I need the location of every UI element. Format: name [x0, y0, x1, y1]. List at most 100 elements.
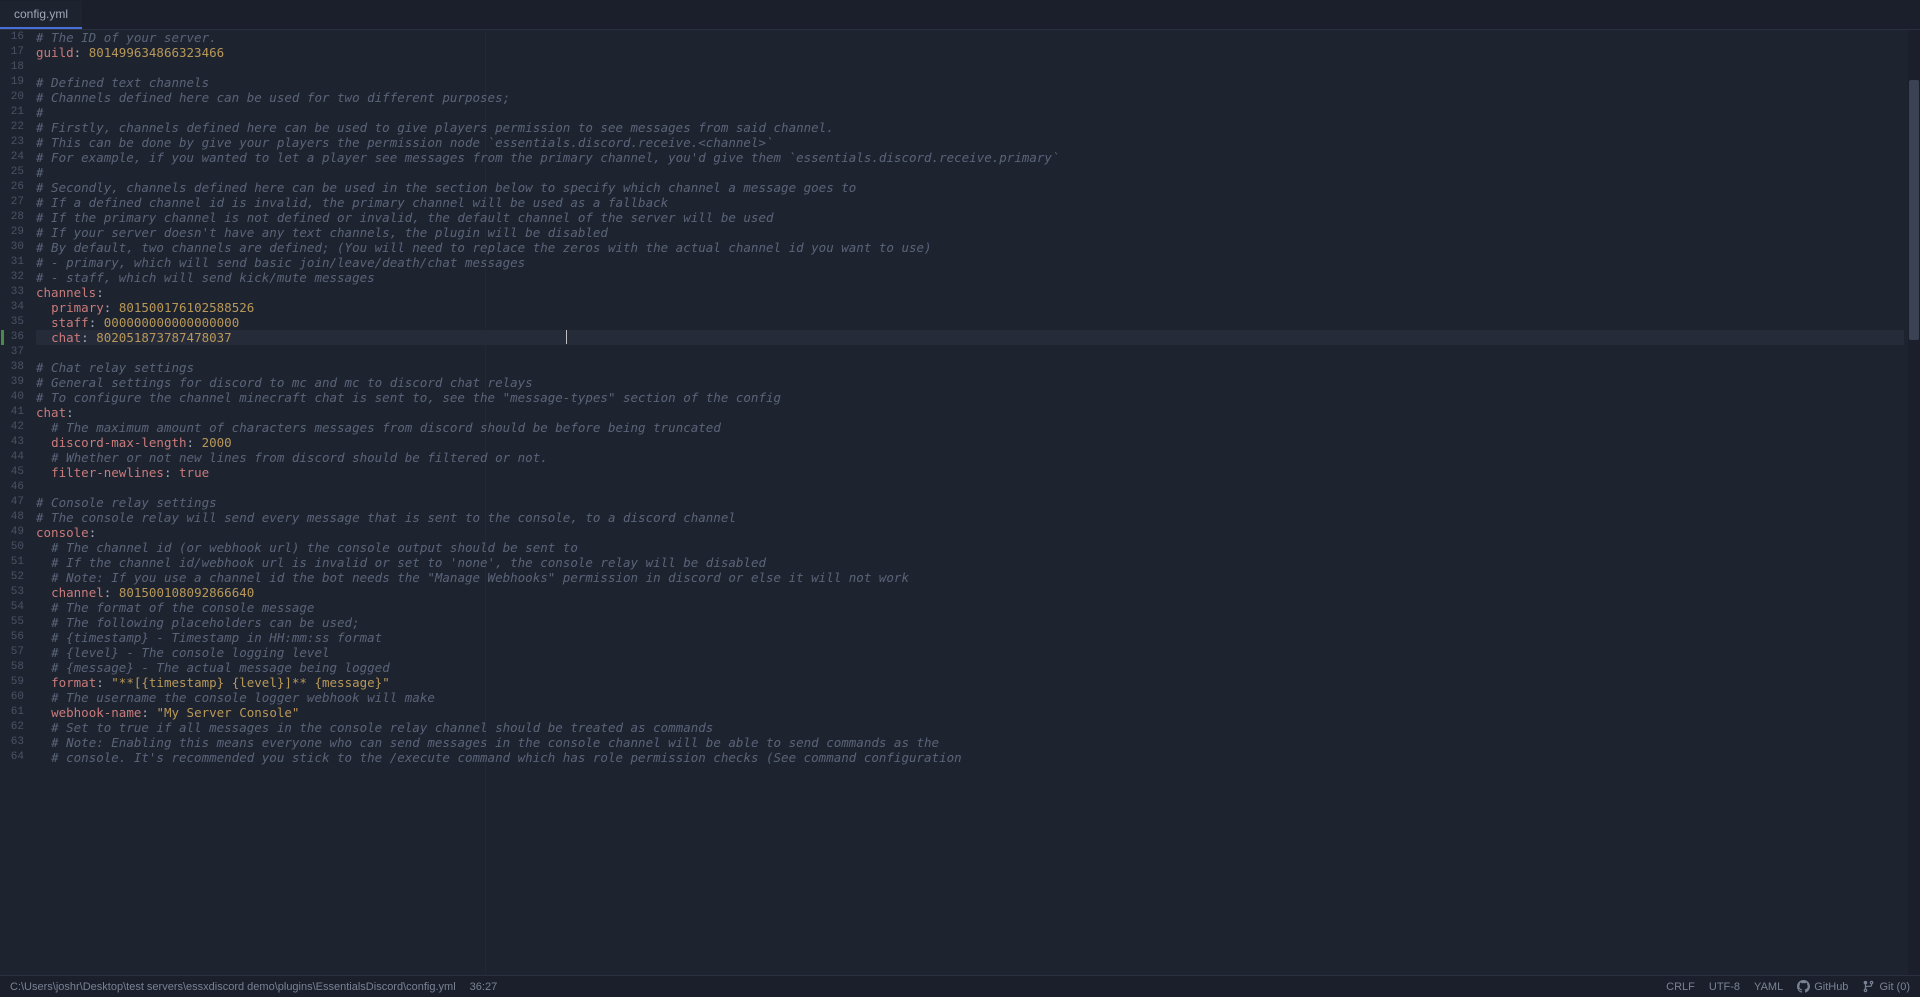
code-line[interactable]: # Whether or not new lines from discord … — [36, 450, 1904, 465]
status-github[interactable]: GitHub — [1797, 980, 1848, 993]
code-line[interactable]: # Set to true if all messages in the con… — [36, 720, 1904, 735]
code-line[interactable]: # The channel id (or webhook url) the co… — [36, 540, 1904, 555]
gutter-line-number: 52 — [0, 570, 24, 585]
code-line[interactable]: # console. It's recommended you stick to… — [36, 750, 1904, 765]
gutter-line-number: 25 — [0, 165, 24, 180]
code-line[interactable]: # By default, two channels are defined; … — [36, 240, 1904, 255]
code-line[interactable]: # The username the console logger webhoo… — [36, 690, 1904, 705]
code-line[interactable]: # {level} - The console logging level — [36, 645, 1904, 660]
gutter-line-number: 26 — [0, 180, 24, 195]
gutter-line-number: 24 — [0, 150, 24, 165]
code-line[interactable]: # For example, if you wanted to let a pl… — [36, 150, 1904, 165]
code-line[interactable]: # This can be done by give your players … — [36, 135, 1904, 150]
code-line[interactable]: chat: 802051873787478037 — [36, 330, 1904, 345]
gutter-line-number: 22 — [0, 120, 24, 135]
code-line[interactable]: # The following placeholders can be used… — [36, 615, 1904, 630]
tab-config-yml[interactable]: config.yml — [0, 1, 82, 29]
code-line[interactable]: # The maximum amount of characters messa… — [36, 420, 1904, 435]
gutter-line-number: 46 — [0, 480, 24, 495]
gutter-line-number: 55 — [0, 615, 24, 630]
code-line[interactable]: primary: 801500176102588526 — [36, 300, 1904, 315]
status-bar: C:\Users\joshr\Desktop\test servers\essx… — [0, 975, 1920, 997]
code-line[interactable]: # The console relay will send every mess… — [36, 510, 1904, 525]
code-line[interactable]: discord-max-length: 2000 — [36, 435, 1904, 450]
gutter-line-number: 41 — [0, 405, 24, 420]
vertical-scrollbar[interactable] — [1908, 30, 1920, 975]
code-line[interactable]: # {message} - The actual message being l… — [36, 660, 1904, 675]
code-line[interactable]: # Firstly, channels defined here can be … — [36, 120, 1904, 135]
gutter-line-number: 51 — [0, 555, 24, 570]
editor-area[interactable]: 1617181920212223242526272829303132333435… — [0, 30, 1920, 975]
code-line[interactable]: # — [36, 105, 1904, 120]
gutter-line-number: 53 — [0, 585, 24, 600]
gutter-line-number: 63 — [0, 735, 24, 750]
code-line[interactable]: # — [36, 165, 1904, 180]
gutter-line-number: 28 — [0, 210, 24, 225]
status-git[interactable]: Git (0) — [1862, 980, 1910, 993]
status-language[interactable]: YAML — [1754, 981, 1783, 993]
code-line[interactable]: staff: 000000000000000000 — [36, 315, 1904, 330]
code-line[interactable]: # The format of the console message — [36, 600, 1904, 615]
status-line-ending[interactable]: CRLF — [1666, 981, 1695, 993]
gutter-line-number: 23 — [0, 135, 24, 150]
code-line[interactable]: # Secondly, channels defined here can be… — [36, 180, 1904, 195]
code-line[interactable] — [36, 345, 1904, 360]
code-line[interactable]: # The ID of your server. — [36, 30, 1904, 45]
code-line[interactable]: guild: 801499634866323466 — [36, 45, 1904, 60]
code-line[interactable]: # If your server doesn't have any text c… — [36, 225, 1904, 240]
status-filepath[interactable]: C:\Users\joshr\Desktop\test servers\essx… — [10, 981, 456, 993]
gutter-line-number: 47 — [0, 495, 24, 510]
gutter-line-number: 58 — [0, 660, 24, 675]
code-line[interactable]: channel: 801500108092866640 — [36, 585, 1904, 600]
code-line[interactable]: # - staff, which will send kick/mute mes… — [36, 270, 1904, 285]
code-content[interactable]: # The ID of your server.guild: 801499634… — [36, 30, 1904, 975]
code-line[interactable]: # Chat relay settings — [36, 360, 1904, 375]
code-line[interactable]: # Note: If you use a channel id the bot … — [36, 570, 1904, 585]
code-line[interactable]: channels: — [36, 285, 1904, 300]
gutter-line-number: 16 — [0, 30, 24, 45]
status-cursor-position[interactable]: 36:27 — [470, 981, 498, 993]
gutter-line-number: 17 — [0, 45, 24, 60]
gutter-line-number: 38 — [0, 360, 24, 375]
gutter-line-number: 30 — [0, 240, 24, 255]
github-icon — [1797, 980, 1810, 993]
scrollbar-thumb[interactable] — [1909, 80, 1919, 340]
gutter-line-number: 19 — [0, 75, 24, 90]
gutter-line-number: 32 — [0, 270, 24, 285]
gutter-line-number: 57 — [0, 645, 24, 660]
code-line[interactable]: chat: — [36, 405, 1904, 420]
gutter-line-number: 43 — [0, 435, 24, 450]
gutter-line-number: 40 — [0, 390, 24, 405]
gutter-line-number: 49 — [0, 525, 24, 540]
code-line[interactable]: # To configure the channel minecraft cha… — [36, 390, 1904, 405]
gutter-line-number: 45 — [0, 465, 24, 480]
gutter-line-number: 37 — [0, 345, 24, 360]
code-line[interactable]: # If a defined channel id is invalid, th… — [36, 195, 1904, 210]
gutter-line-number: 35 — [0, 315, 24, 330]
gutter-line-number: 64 — [0, 750, 24, 765]
code-line[interactable]: # Channels defined here can be used for … — [36, 90, 1904, 105]
code-line[interactable]: # If the channel id/webhook url is inval… — [36, 555, 1904, 570]
code-line[interactable]: console: — [36, 525, 1904, 540]
gutter-line-number: 42 — [0, 420, 24, 435]
code-line[interactable]: filter-newlines: true — [36, 465, 1904, 480]
gutter-line-number: 27 — [0, 195, 24, 210]
gutter-line-number: 29 — [0, 225, 24, 240]
gutter-line-number: 50 — [0, 540, 24, 555]
tab-filename: config.yml — [14, 7, 68, 21]
code-line[interactable]: format: "**[{timestamp} {level}]** {mess… — [36, 675, 1904, 690]
code-line[interactable]: # {timestamp} - Timestamp in HH:mm:ss fo… — [36, 630, 1904, 645]
code-line[interactable] — [36, 480, 1904, 495]
code-line[interactable]: # If the primary channel is not defined … — [36, 210, 1904, 225]
code-line[interactable]: # - primary, which will send basic join/… — [36, 255, 1904, 270]
tab-bar: config.yml — [0, 0, 1920, 30]
status-encoding[interactable]: UTF-8 — [1709, 981, 1740, 993]
code-line[interactable]: # Defined text channels — [36, 75, 1904, 90]
gutter-line-number: 18 — [0, 60, 24, 75]
code-line[interactable] — [36, 60, 1904, 75]
code-line[interactable]: # Console relay settings — [36, 495, 1904, 510]
gutter-line-number: 20 — [0, 90, 24, 105]
code-line[interactable]: # Note: Enabling this means everyone who… — [36, 735, 1904, 750]
code-line[interactable]: # General settings for discord to mc and… — [36, 375, 1904, 390]
code-line[interactable]: webhook-name: "My Server Console" — [36, 705, 1904, 720]
